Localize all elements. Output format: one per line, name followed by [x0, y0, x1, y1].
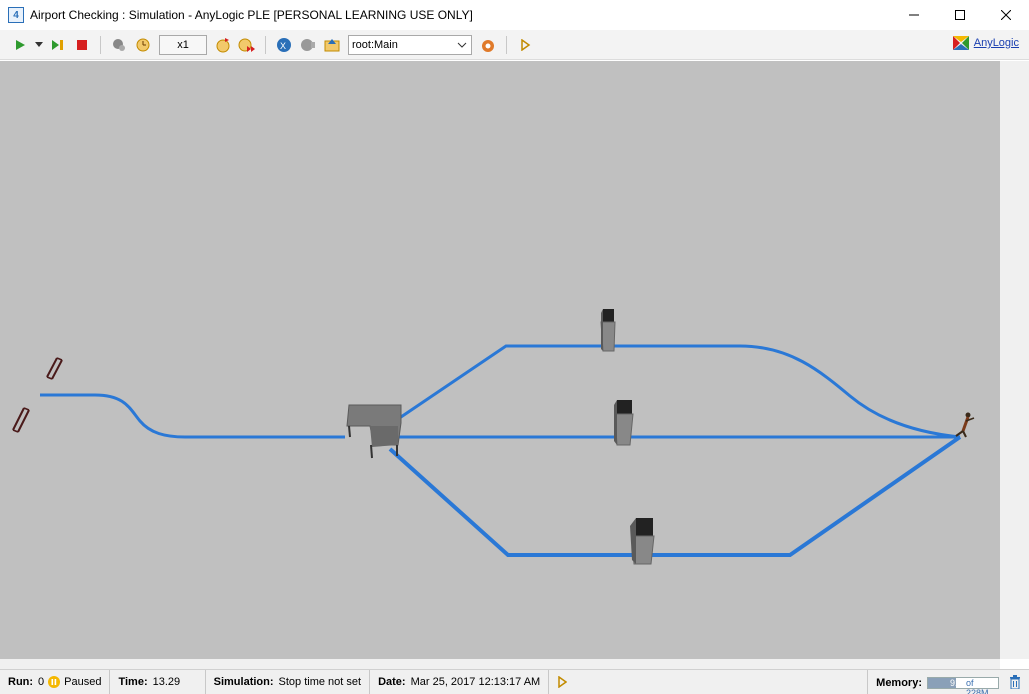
navigate-to-agent-button[interactable] — [478, 35, 498, 55]
slow-down-icon — [113, 38, 125, 51]
toolbar-separator — [265, 35, 266, 54]
memory-label: Memory: — [876, 676, 922, 689]
target-icon — [482, 39, 494, 52]
window-title: Airport Checking : Simulation - AnyLogic… — [30, 8, 473, 22]
window-controls — [891, 0, 1029, 30]
anylogic-logo-icon — [952, 36, 969, 50]
developer-panel-button[interactable] — [515, 35, 535, 55]
chevron-down-icon — [35, 41, 43, 47]
simulation-value: Stop time not set — [278, 676, 362, 688]
step-button[interactable] — [48, 35, 68, 55]
maximize-icon — [955, 10, 965, 20]
title-bar: 4 Airport Checking : Simulation - AnyLog… — [0, 0, 1029, 30]
run-status: Run: 0 Paused — [0, 669, 111, 694]
virtual-time-button[interactable] — [237, 35, 257, 55]
anylogic-app-icon: 4 — [8, 7, 24, 23]
speed-up-button[interactable] — [213, 35, 233, 55]
security-scanner-upper — [600, 309, 616, 352]
passenger-agent — [955, 412, 975, 438]
source-gate-lower — [12, 407, 30, 433]
chevron-down-icon — [457, 42, 467, 48]
memory-bar: 91M of 228M — [927, 676, 999, 694]
agent-select-value: root:Main — [352, 38, 398, 51]
upper-path — [397, 344, 961, 439]
run-button[interactable] — [10, 35, 30, 55]
toolbar-separator — [506, 35, 507, 54]
stop-icon — [77, 39, 87, 50]
step-icon — [52, 39, 63, 50]
folder-up-icon — [324, 38, 340, 51]
entry-path — [40, 393, 345, 439]
speed-indicator: x1 — [159, 34, 207, 55]
vertical-scrollbar[interactable] — [1000, 61, 1029, 659]
play-icon — [16, 39, 25, 50]
simulation-status: Simulation: Stop time not set — [206, 669, 371, 694]
simulation-toolbar: x1 X root:Main AnyLogic — [0, 30, 1029, 60]
anylogic-link[interactable]: AnyLogic — [952, 35, 1019, 51]
minimize-button[interactable] — [891, 0, 937, 30]
experiment-icon: X — [277, 37, 291, 52]
experiment-button[interactable]: X — [274, 35, 294, 55]
lower-path — [388, 435, 962, 557]
pause-icon — [48, 676, 61, 688]
date-label: Date: — [378, 676, 406, 688]
trash-icon — [1010, 675, 1020, 690]
time-status: Time: 13.29 — [110, 669, 206, 694]
security-scanner-lower — [630, 518, 655, 565]
camera-icon — [301, 38, 315, 51]
expand-panel-icon — [558, 676, 568, 688]
speed-up-icon — [216, 37, 230, 52]
security-scanner-middle — [614, 400, 634, 446]
run-dropdown-button[interactable] — [34, 35, 44, 55]
stop-button[interactable] — [72, 35, 92, 55]
source-gate-upper — [46, 357, 63, 380]
camera-button[interactable] — [298, 35, 318, 55]
simulation-canvas[interactable] — [0, 61, 1000, 659]
anylogic-brand: AnyLogic — [973, 37, 1019, 49]
horizontal-scrollbar[interactable] — [0, 659, 1000, 669]
garbage-collect-button[interactable] — [1009, 675, 1021, 692]
navigate-up-button[interactable] — [322, 35, 342, 55]
status-bar: Run: 0 Paused Time: 13.29 Simulation: St… — [0, 669, 1029, 694]
fast-forward-icon — [238, 38, 255, 52]
toolbar-separator — [100, 35, 101, 54]
memory-used: 91M — [950, 677, 968, 688]
run-state: Paused — [64, 676, 102, 688]
slow-down-button[interactable] — [109, 35, 129, 55]
run-value: 0 — [38, 676, 45, 688]
time-value: 13.29 — [152, 676, 181, 688]
time-label: Time: — [118, 676, 148, 688]
maximize-button[interactable] — [937, 0, 983, 30]
minimize-icon — [909, 14, 919, 16]
close-button[interactable] — [983, 0, 1029, 30]
memory-status: Memory: 91M of 228M — [867, 670, 999, 694]
run-label: Run: — [8, 676, 34, 688]
memory-total: of 228M — [966, 677, 989, 694]
agent-select[interactable]: root:Main — [348, 34, 472, 55]
close-icon — [1001, 10, 1011, 20]
real-time-button[interactable] — [133, 35, 153, 55]
svg-text:X: X — [280, 41, 286, 51]
model-animation — [12, 309, 975, 565]
developer-panel-toggle[interactable] — [549, 670, 575, 694]
clock-icon — [136, 38, 150, 51]
date-status: Date: Mar 25, 2017 12:13:17 AM — [370, 669, 550, 694]
date-value: Mar 25, 2017 12:13:17 AM — [410, 676, 541, 688]
simulation-label: Simulation: — [213, 676, 274, 688]
expand-panel-icon — [521, 38, 531, 51]
